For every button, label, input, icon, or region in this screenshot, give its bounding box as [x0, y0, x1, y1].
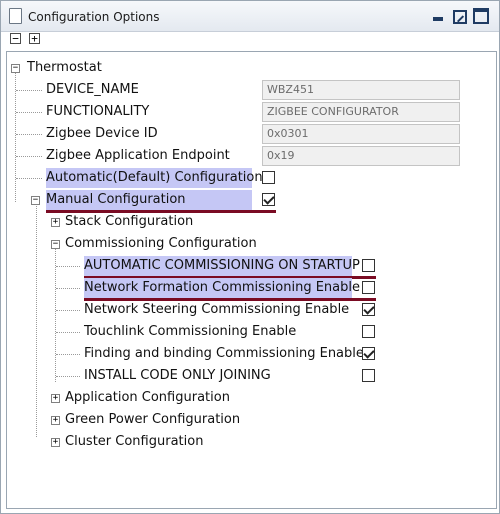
minimize-icon[interactable] [433, 17, 443, 21]
tree-line [16, 134, 42, 135]
tree-root-thermostat[interactable]: Thermostat [27, 58, 102, 78]
configuration-tree: − Thermostat DEVICE_NAME WBZ451 FUNCTION… [6, 51, 497, 509]
manual-config-label[interactable]: Manual Configuration [46, 190, 252, 210]
commissioning-config-expander[interactable]: − [51, 240, 60, 249]
tree-line [56, 288, 80, 289]
tree-line [56, 354, 80, 355]
manual-config-expander[interactable]: − [31, 196, 40, 205]
touchlink-checkbox[interactable] [362, 325, 375, 338]
tree-line [16, 90, 42, 91]
tree-line [56, 266, 80, 267]
tree-line [15, 73, 16, 202]
install-code-label: INSTALL CODE ONLY JOINING [84, 368, 271, 383]
stack-config-expander[interactable]: + [51, 218, 60, 227]
finding-binding-label: Finding and binding Commissioning Enable [84, 346, 364, 361]
expand-all-button[interactable]: + [29, 33, 40, 44]
configuration-options-window: Configuration Options − + − Thermostat D… [0, 0, 500, 514]
title-bar: Configuration Options [1, 1, 499, 32]
app-endpoint-label: Zigbee Application Endpoint [46, 148, 230, 163]
device-name-label: DEVICE_NAME [46, 82, 139, 97]
collapse-all-button[interactable]: − [10, 33, 21, 44]
app-config-label[interactable]: Application Configuration [65, 388, 230, 408]
tree-line [56, 310, 80, 311]
window-title: Configuration Options [28, 10, 160, 24]
device-id-field[interactable]: 0x0301 [262, 124, 460, 144]
cluster-config-label[interactable]: Cluster Configuration [65, 432, 203, 452]
auto-commissioning-label: AUTOMATIC COMMISSIONING ON STARTUP [84, 256, 360, 276]
stack-config-label[interactable]: Stack Configuration [65, 212, 193, 232]
tree-line [16, 178, 42, 179]
touchlink-label: Touchlink Commissioning Enable [84, 324, 297, 339]
green-power-expander[interactable]: + [51, 416, 60, 425]
network-steering-checkbox[interactable] [362, 303, 375, 316]
app-config-expander[interactable]: + [51, 394, 60, 403]
tree-line [56, 332, 80, 333]
app-endpoint-field[interactable]: 0x19 [262, 146, 460, 166]
functionality-field[interactable]: ZIGBEE CONFIGURATOR [262, 102, 460, 122]
commissioning-config-label[interactable]: Commissioning Configuration [65, 234, 257, 254]
tree-line [36, 202, 37, 437]
network-formation-label: Network Formation Commissioning Enable [84, 278, 360, 298]
manual-config-checkbox[interactable] [262, 193, 275, 206]
auto-commissioning-checkbox[interactable] [362, 259, 375, 272]
restore-icon[interactable] [453, 10, 467, 24]
tree-line [56, 376, 80, 377]
cluster-config-expander[interactable]: + [51, 438, 60, 447]
root-expander[interactable]: − [11, 64, 20, 73]
tree-line [16, 112, 42, 113]
maximize-icon[interactable] [473, 8, 489, 24]
functionality-label: FUNCTIONALITY [46, 104, 150, 119]
install-code-checkbox[interactable] [362, 369, 375, 382]
green-power-label[interactable]: Green Power Configuration [65, 410, 240, 430]
device-id-label: Zigbee Device ID [46, 126, 158, 141]
tree-line [16, 156, 42, 157]
tree-line [55, 247, 56, 382]
document-icon [9, 8, 22, 24]
network-formation-checkbox[interactable] [362, 281, 375, 294]
auto-config-checkbox[interactable] [262, 171, 275, 184]
device-name-field[interactable]: WBZ451 [262, 80, 460, 100]
auto-config-label: Automatic(Default) Configuration [46, 168, 263, 188]
network-steering-label: Network Steering Commissioning Enable [84, 302, 350, 317]
finding-binding-checkbox[interactable] [362, 347, 375, 360]
